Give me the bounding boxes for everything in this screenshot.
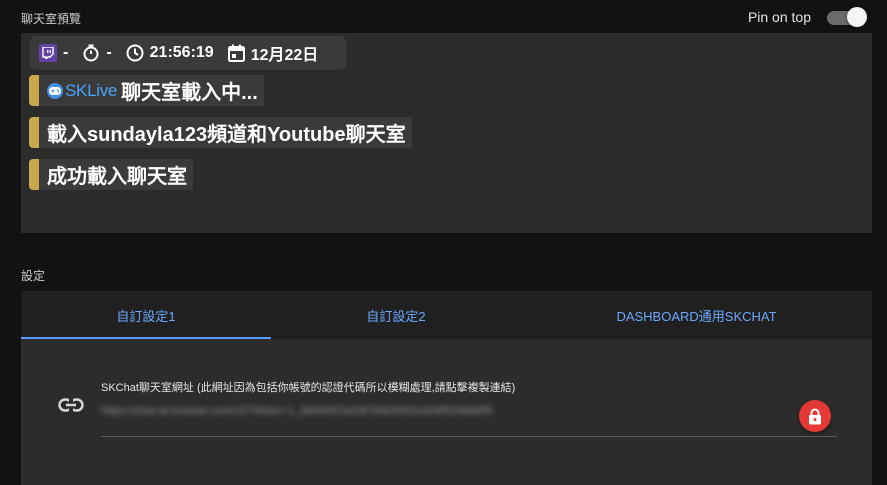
field-underline (101, 436, 837, 437)
clock-icon (126, 44, 144, 62)
gamepad-icon (47, 82, 63, 99)
date-group: 12月22日 (227, 41, 319, 65)
lock-icon (809, 408, 821, 424)
chat-status-bar: - - 21:56:19 12月22日 (29, 36, 347, 70)
tab-custom-settings-2[interactable]: 自訂設定2 (271, 291, 521, 339)
chat-message-text: 載入sundayla123頻道和Youtube聊天室 (47, 124, 406, 146)
copy-link-lock-button[interactable] (799, 400, 831, 432)
current-date: 12月22日 (250, 47, 319, 64)
chat-message: 載入sundayla123頻道和Youtube聊天室 (29, 117, 412, 148)
twitch-icon (39, 44, 57, 62)
settings-panel: 自訂設定1 自訂設定2 DASHBOARD通用SKCHAT SKChat聊天室網… (21, 291, 872, 485)
viewer-count: - (63, 44, 69, 61)
chat-message-text: 聊天室載入中... (121, 82, 258, 104)
calendar-icon (227, 44, 245, 62)
pin-on-top-label: Pin on top (747, 9, 811, 25)
sklive-badge: SKLive (47, 81, 117, 101)
clock-group: 21:56:19 (126, 44, 214, 62)
current-time: 21:56:19 (149, 44, 214, 61)
uptime-group: - (82, 44, 112, 62)
tab-custom-settings-1[interactable]: 自訂設定1 (21, 291, 271, 339)
pin-on-top-control: Pin on top (747, 6, 867, 28)
chat-message-text: 成功載入聊天室 (47, 166, 187, 188)
chat-preview-panel: - - 21:56:19 12月22日 SKLive 聊天室載入中... 載入s… (21, 33, 872, 233)
settings-section-label: 設定 (21, 269, 46, 283)
sklive-badge-text: SKLive (65, 80, 118, 100)
active-tab-indicator (21, 337, 271, 339)
tab-label: DASHBOARD通用SKCHAT (616, 308, 777, 324)
tab-dashboard-skchat[interactable]: DASHBOARD通用SKCHAT (521, 291, 872, 339)
link-icon (58, 398, 84, 417)
chat-message: SKLive 聊天室載入中... (29, 75, 264, 106)
stopwatch-icon (83, 44, 99, 62)
tab-label: 自訂設定2 (366, 308, 426, 324)
settings-tabs: 自訂設定1 自訂設定2 DASHBOARD通用SKCHAT (21, 291, 872, 339)
chat-url-field[interactable]: https://chat.sk-knower.com/v2/?token=1_8… (101, 405, 661, 417)
pin-on-top-toggle[interactable] (825, 6, 867, 28)
uptime-value: - (106, 44, 112, 61)
chat-message: 成功載入聊天室 (29, 159, 193, 190)
toggle-knob (847, 7, 867, 27)
chat-url-field-label: SKChat聊天室網址 (此網址因為包括你帳號的認證代碼所以模糊處理,請點擊複製… (101, 382, 516, 394)
preview-section-label: 聊天室預覽 (21, 12, 82, 26)
tab-label: 自訂設定1 (116, 308, 176, 324)
